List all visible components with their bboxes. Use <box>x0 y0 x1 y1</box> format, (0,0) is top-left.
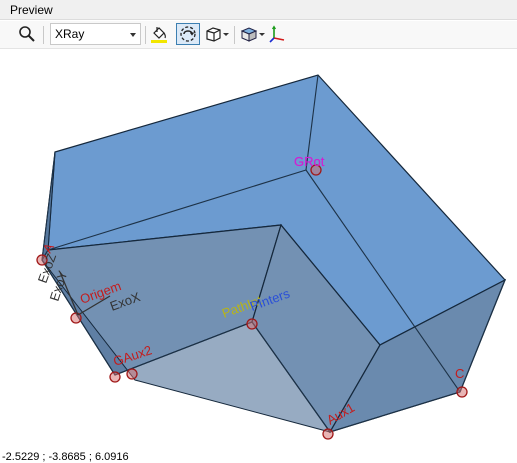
toolbar-separator <box>145 26 146 44</box>
render-mode-select[interactable]: XRay <box>50 23 141 45</box>
point-marker <box>109 371 121 383</box>
chevron-down-icon <box>222 32 229 36</box>
point-marker <box>126 368 138 380</box>
label-c: C <box>455 366 464 381</box>
preview-toolbar: XRay <box>0 21 517 49</box>
render-mode-value: XRay <box>55 27 85 41</box>
coordinate-readout: -2.5229 ; -3.8685 ; 6.0916 <box>2 451 129 463</box>
axes-icon[interactable] <box>266 23 288 45</box>
point-marker <box>456 386 468 398</box>
magnifier-icon[interactable] <box>16 23 38 45</box>
3d-viewport[interactable]: GRot A ExoZ ExoY Origem ExoX GAux2 PathI… <box>0 50 517 462</box>
l-shaped-solid: GRot A ExoZ ExoY Origem ExoX GAux2 PathI… <box>35 74 507 440</box>
paint-bucket-icon[interactable] <box>148 23 170 45</box>
wireframe-box-icon[interactable] <box>202 23 230 45</box>
preview-panel-header: Preview <box>0 0 517 20</box>
point-marker <box>246 318 258 330</box>
chevron-down-icon <box>130 33 136 37</box>
panel-title: Preview <box>10 3 53 17</box>
point-marker <box>322 428 334 440</box>
chevron-down-icon <box>258 32 265 36</box>
rotate-view-icon[interactable] <box>176 23 200 45</box>
view-cube-icon[interactable] <box>238 23 266 45</box>
label-grot: GRot <box>294 154 325 169</box>
toolbar-separator <box>43 26 44 44</box>
toolbar-separator <box>234 26 235 44</box>
